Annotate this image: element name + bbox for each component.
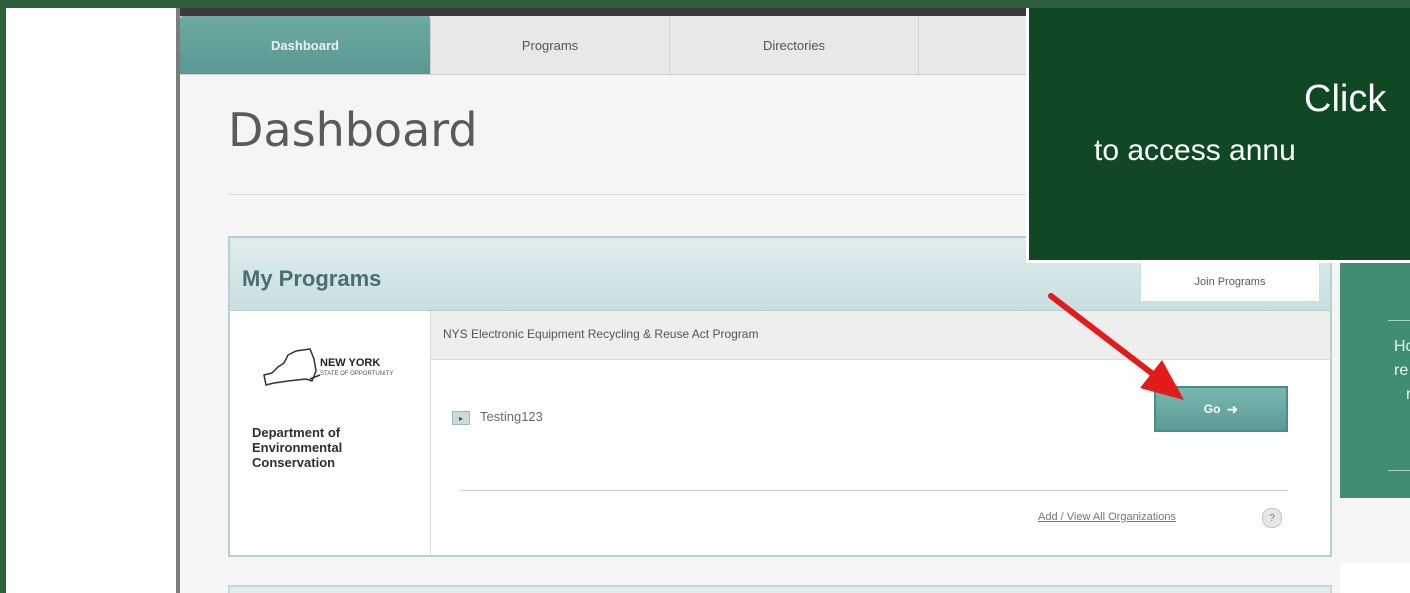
screenshot-frame: Dashboard Programs Directories Too Dashb… (6, 8, 1410, 593)
red-pointer-arrow-icon (1048, 293, 1184, 400)
